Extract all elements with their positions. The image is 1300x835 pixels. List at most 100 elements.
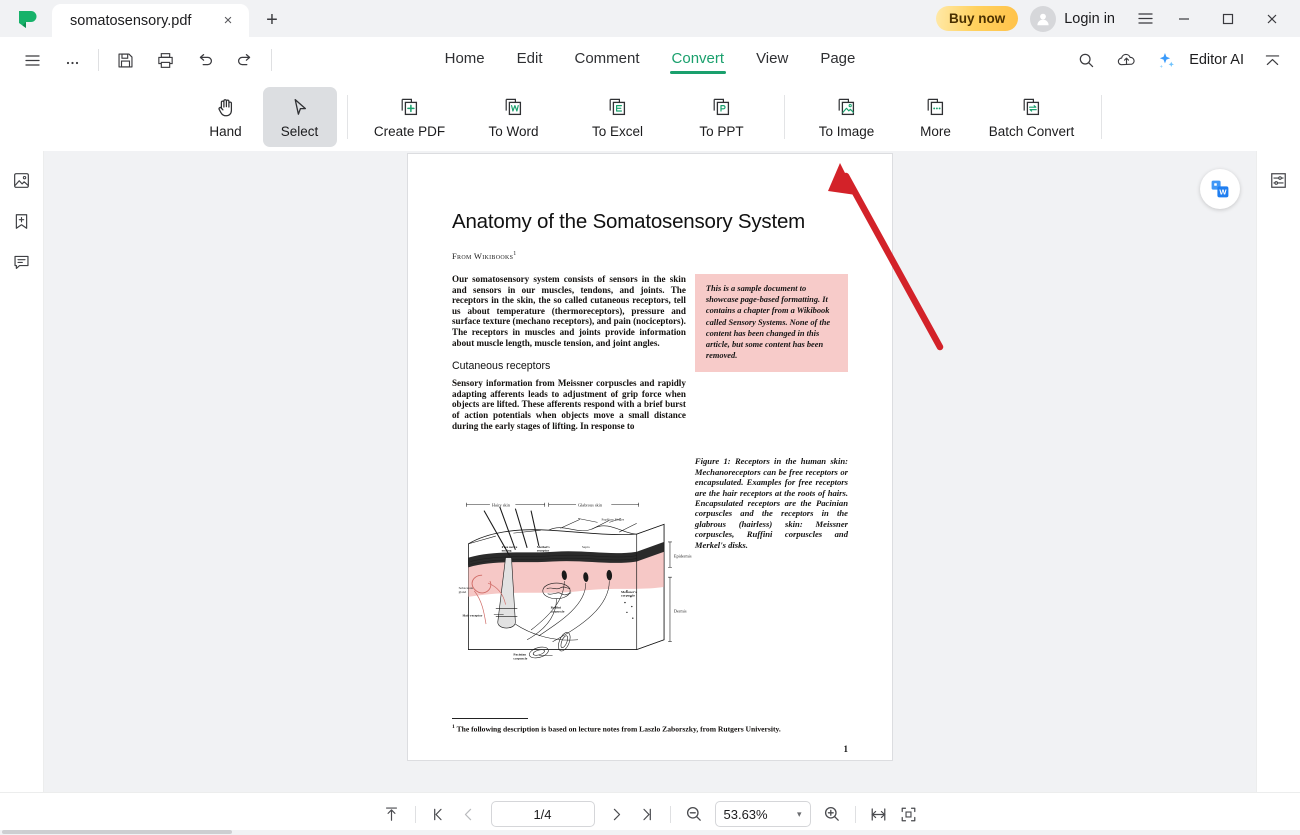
ribbon-to-excel[interactable]: To Excel	[566, 87, 670, 147]
editor-ai-label[interactable]: Editor AI	[1189, 52, 1244, 68]
minimize-button[interactable]	[1162, 0, 1206, 37]
skin-anatomy-figure: Hairy skin Glabrous skin Epidermis Dermi…	[459, 502, 692, 660]
right-column: This is a sample document to showcase pa…	[694, 274, 848, 550]
tab-title: somatosensory.pdf	[70, 12, 192, 29]
cursor-icon	[294, 98, 306, 115]
svg-text:W: W	[1219, 188, 1227, 197]
divider	[783, 95, 785, 139]
first-page-icon[interactable]	[424, 799, 454, 829]
divider	[1100, 95, 1102, 139]
thumbnails-icon[interactable]	[7, 165, 37, 195]
main-menu-icon[interactable]	[1128, 0, 1162, 37]
avatar[interactable]	[1030, 5, 1057, 32]
close-tab-icon[interactable]: ×	[217, 10, 239, 32]
ribbon-create-pdf[interactable]: Create PDF	[358, 87, 462, 147]
ribbon-label: To PPT	[699, 124, 744, 139]
menubar-right-tools: Editor AI	[1066, 43, 1292, 77]
last-page-icon[interactable]	[632, 799, 662, 829]
ribbon-more[interactable]: More	[899, 87, 973, 147]
tab-home[interactable]: Home	[429, 46, 501, 75]
zoom-in-icon[interactable]	[817, 799, 847, 829]
more-dots-icon	[927, 98, 944, 116]
cloud-upload-icon[interactable]	[1106, 43, 1146, 77]
ribbon-label: Select	[280, 123, 319, 139]
convert-to-word-floating-button[interactable]: W	[1200, 169, 1240, 209]
paragraph-cutaneous: Sensory information from Meissner corpus…	[452, 378, 686, 431]
ribbon-to-ppt[interactable]: To PPT	[670, 87, 774, 147]
ribbon-select[interactable]: Select	[262, 87, 337, 147]
label-pacinian-2: corpuscle	[513, 656, 527, 660]
properties-sliders-icon[interactable]	[1264, 165, 1294, 195]
prev-page-icon[interactable]	[454, 799, 484, 829]
bookmark-add-icon[interactable]	[7, 206, 37, 236]
to-image-icon	[838, 98, 855, 116]
horizontal-scrollbar[interactable]	[0, 830, 1300, 835]
login-button[interactable]: Login in	[1064, 11, 1115, 27]
create-pdf-icon	[401, 98, 418, 116]
next-page-icon[interactable]	[602, 799, 632, 829]
label-meissner-2: corpuscle	[621, 594, 635, 598]
footnote-body: The following description is based on le…	[456, 725, 781, 734]
ribbon-label: To Word	[488, 124, 539, 139]
menu-bar: Home Edit Comment Convert View Page Edit…	[0, 37, 1300, 83]
page-title: Anatomy of the Somatosensory System	[452, 210, 806, 233]
label-epidermis: Epidermis	[674, 554, 692, 559]
divider	[854, 805, 856, 823]
convert-ribbon: Hand Select Create PDF To Word To Excel …	[0, 83, 1300, 151]
fit-page-icon[interactable]	[377, 799, 407, 829]
document-tab[interactable]: somatosensory.pdf ×	[52, 4, 249, 37]
close-window-button[interactable]	[1250, 0, 1294, 37]
footnote-number: 1	[452, 724, 455, 731]
document-canvas[interactable]: Anatomy of the Somatosensory System From…	[44, 151, 1256, 824]
pdf-page[interactable]: Anatomy of the Somatosensory System From…	[407, 153, 893, 761]
chevron-down-icon[interactable]: ▾	[797, 809, 802, 820]
maximize-button[interactable]	[1206, 0, 1250, 37]
to-word-icon	[505, 98, 522, 116]
label-papillary-ridges: Papillary Ridges	[601, 517, 624, 521]
svg-text:Glabrous skin: Glabrous skin	[578, 502, 603, 507]
tab-view[interactable]: View	[740, 46, 804, 75]
figure-caption: Figure 1: Receptors in the human skin: M…	[694, 456, 848, 550]
tab-comment[interactable]: Comment	[559, 46, 656, 75]
batch-convert-icon	[1023, 98, 1040, 116]
new-tab-button[interactable]: +	[258, 6, 286, 34]
ribbon-label: Hand	[209, 123, 242, 139]
hand-icon	[217, 98, 232, 116]
footnote-marker: 1	[513, 251, 517, 258]
label-septa: Septa	[582, 545, 590, 549]
zoom-out-icon[interactable]	[679, 799, 709, 829]
to-word-floating-icon: W	[1211, 180, 1229, 198]
divider	[669, 805, 671, 823]
collapse-ribbon-icon[interactable]	[1252, 43, 1292, 77]
source-label: From Wikibooks	[452, 251, 514, 261]
label-free-nerve-ending-2: ending	[502, 549, 512, 553]
sparkle-ai-icon[interactable]	[1146, 43, 1186, 77]
search-icon[interactable]	[1066, 43, 1106, 77]
paragraph-intro: Our somatosensory system consists of sen…	[452, 274, 686, 348]
to-excel-icon	[609, 98, 626, 116]
window-controls: Buy now Login in	[935, 0, 1300, 37]
to-ppt-icon	[713, 98, 730, 116]
tab-page[interactable]: Page	[804, 46, 871, 75]
page-width-icon[interactable]	[864, 799, 894, 829]
footnote-rule	[452, 718, 528, 720]
ribbon-label: Batch Convert	[988, 124, 1075, 139]
full-screen-icon[interactable]	[894, 799, 924, 829]
label-merkel-2: receptor	[537, 549, 550, 553]
ribbon-to-word[interactable]: To Word	[462, 87, 566, 147]
label-sebaceous-2: gland	[459, 590, 467, 594]
label-dermis: Dermis	[674, 608, 687, 613]
label-hair-receptor: Hair receptor	[463, 613, 483, 617]
ribbon-hand[interactable]: Hand	[189, 87, 263, 147]
tab-edit[interactable]: Edit	[501, 46, 559, 75]
zoom-level-select[interactable]: 53.63% ▾	[714, 801, 811, 827]
tab-convert[interactable]: Convert	[656, 46, 741, 75]
buy-now-button[interactable]: Buy now	[935, 6, 1019, 31]
left-sidebar	[0, 151, 44, 824]
ribbon-batch-convert[interactable]: Batch Convert	[973, 87, 1091, 147]
page-number: 1	[843, 744, 849, 754]
page-number-input[interactable]: 1/4	[490, 801, 595, 827]
comment-icon[interactable]	[7, 247, 37, 277]
document-source: From Wikibooks1	[452, 251, 848, 261]
ribbon-to-image[interactable]: To Image	[795, 87, 899, 147]
